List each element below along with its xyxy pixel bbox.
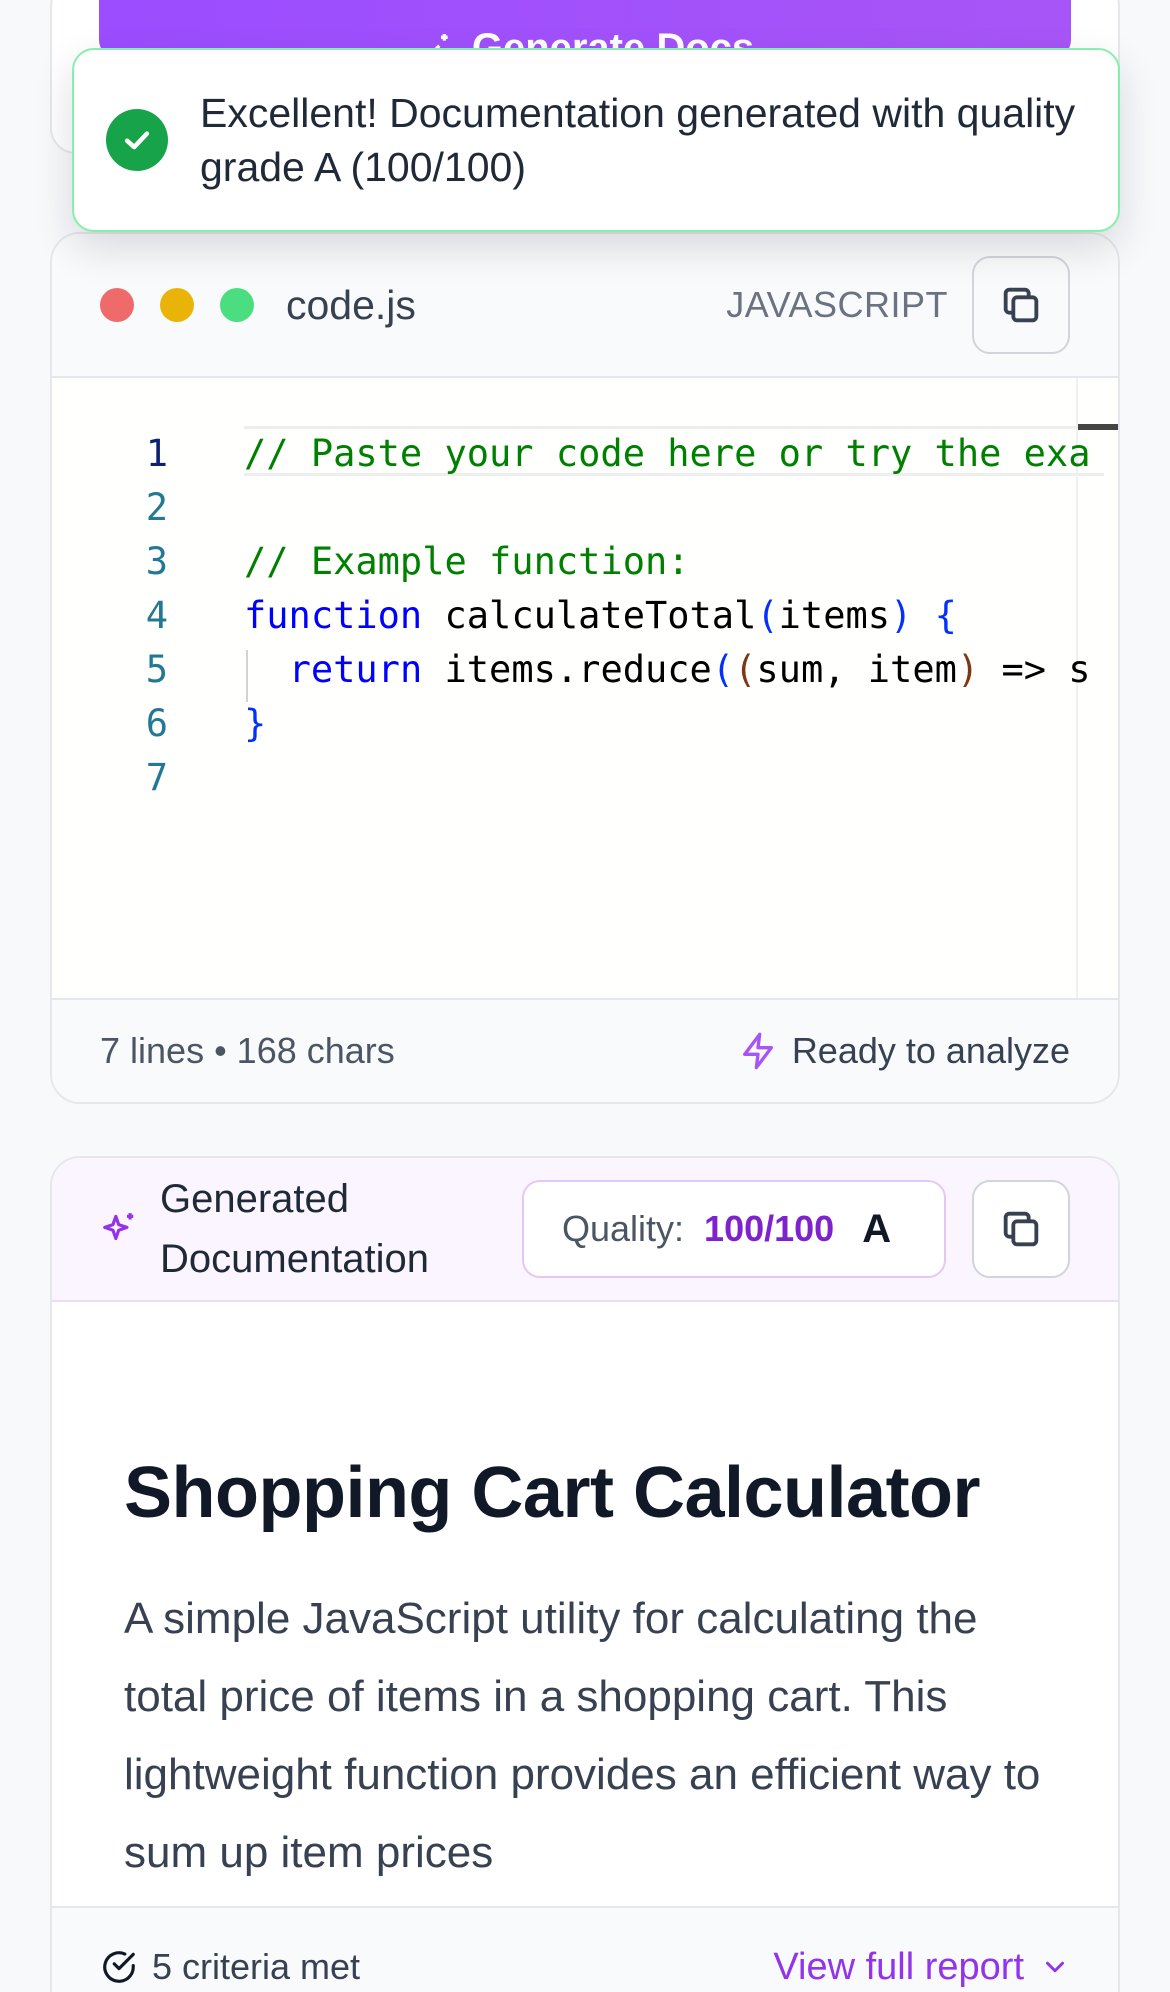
code-line: 3 // Example function: [52,534,690,588]
copy-icon [1003,287,1039,323]
window-dot-yellow [160,288,194,322]
code-text: // Example function: [244,539,690,583]
code-stats: 7 lines • 168 chars [100,1030,395,1071]
line-number: 4 [145,593,168,637]
window-dot-green [220,288,254,322]
code-text: function calculateTotal(items) { [244,593,957,637]
documentation-title: Generated Documentation [160,1177,430,1281]
line-number: 7 [145,755,168,799]
code-line: 6 } [52,696,267,750]
criteria-summary: 5 criteria met [100,1946,360,1988]
toast-message: Excellent! Documentation generated with … [200,90,1076,190]
code-text: // Paste your code here or try the exa [244,431,1091,475]
line-number: 5 [145,647,168,691]
documentation-footer: 5 criteria met View full report [52,1906,1118,1992]
status-text: Ready to analyze [791,1030,1070,1071]
code-line: 2 [52,480,168,534]
code-text: } [244,701,267,745]
sparkles-icon [103,1213,134,1241]
code-line: 7 [52,750,168,804]
code-line: 4 function calculateTotal(items) { [52,588,957,642]
editor-filename: code.js [286,281,416,328]
check-circle-icon [106,109,168,171]
scrollbar-slider[interactable] [1078,424,1118,430]
window-dot-red [100,288,134,322]
documentation-body: Shopping Cart Calculator A simple JavaSc… [52,1450,1118,1892]
code-input[interactable]: 1 // Paste your code here or try the exa… [52,378,1118,998]
report-link-label: View full report [773,1945,1024,1988]
code-text: return items.reduce((sum, item) => s [288,647,1091,691]
copy-icon [1003,1211,1039,1247]
copy-docs-button[interactable] [972,1180,1070,1278]
doc-heading: Shopping Cart Calculator [124,1453,981,1533]
editor-header: code.js JAVASCRIPT [52,234,1118,378]
doc-paragraph: A simple JavaScript utility for calculat… [124,1594,1041,1877]
criteria-text: 5 criteria met [152,1946,361,1987]
line-number: 6 [145,701,168,745]
line-number: 1 [145,431,168,475]
line-number: 2 [145,485,168,529]
copy-code-button[interactable] [972,256,1070,354]
quality-score: 100/100 [704,1208,835,1249]
chevron-down-icon [1046,1961,1064,1973]
check-circle-icon [103,1951,135,1983]
code-editor-card: code.js JAVASCRIPT 1 // Paste your code … [50,232,1120,1104]
view-full-report-link[interactable]: View full report [773,1946,1070,1989]
documentation-card: Generated Documentation Quality: 100/100… [50,1156,1120,1992]
lightning-icon [742,1032,773,1070]
success-toast: Excellent! Documentation generated with … [72,48,1120,232]
editor-footer: 7 lines • 168 chars Ready to analyze [52,998,1118,1102]
language-label: JAVASCRIPT [726,284,948,325]
quality-grade: A [862,1206,892,1251]
quality-badge: Quality: 100/100 A [522,1180,946,1278]
line-number: 3 [145,539,168,583]
code-line: 1 // Paste your code here or try the exa [52,426,1091,480]
quality-label: Quality: [562,1208,685,1249]
documentation-header: Generated Documentation Quality: 100/100… [52,1158,1118,1302]
code-line: 5 return items.reduce((sum, item) => s [52,642,1091,696]
status-indicator: Ready to analyze [738,1030,1070,1072]
